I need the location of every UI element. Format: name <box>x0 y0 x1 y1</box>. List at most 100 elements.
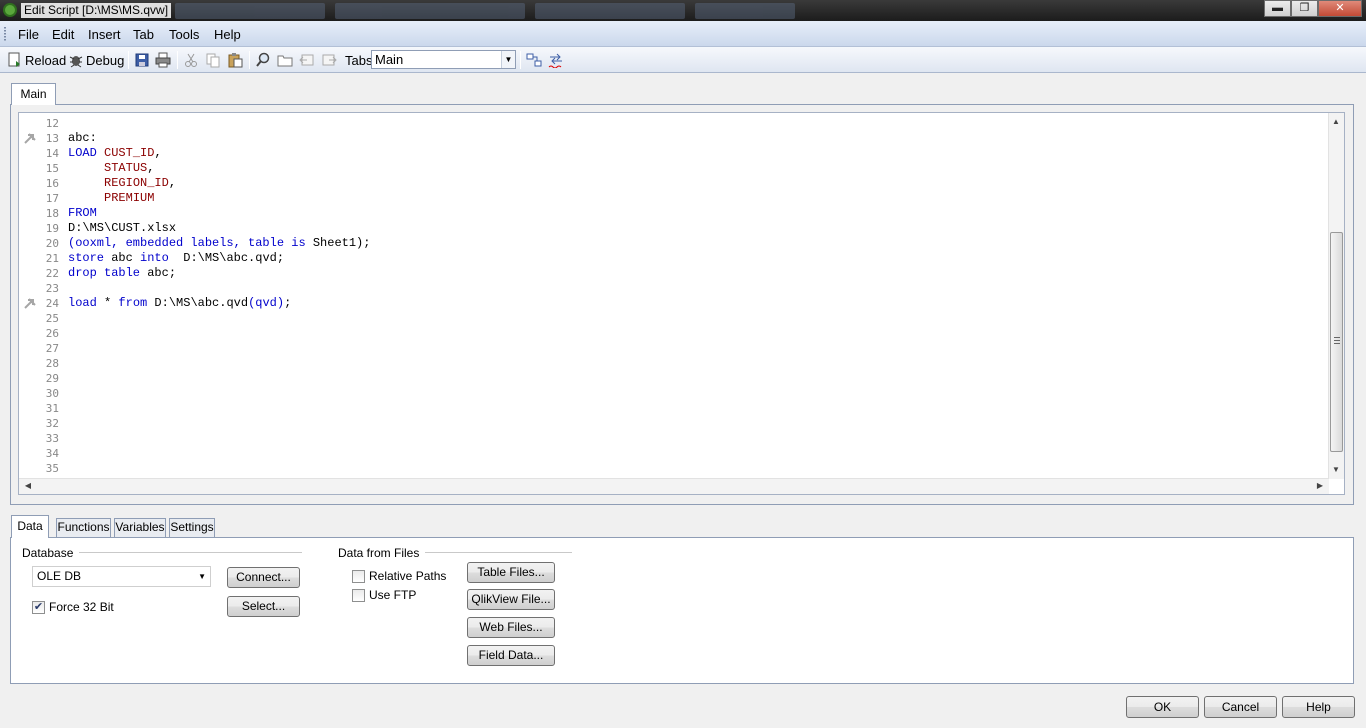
bookmark-pin-icon[interactable] <box>24 297 38 309</box>
script-editor[interactable]: 12 13 14 15 16 17 18 19 20 21 22 23 24 25 26 27 28 29 30 31… <box>18 112 1345 495</box>
print-button[interactable] <box>155 51 171 69</box>
tab-data[interactable]: Data <box>11 515 49 538</box>
text-token: ; <box>284 296 292 310</box>
reload-icon <box>7 52 23 68</box>
line-number: 35 <box>45 462 59 475</box>
paste-button[interactable] <box>227 51 243 69</box>
help-button[interactable]: Help <box>1282 696 1355 718</box>
code-line: store abc into D:\MS\abc.qvd; <box>68 251 284 266</box>
tabs-label: Tabs <box>345 52 373 68</box>
keyword-token: (qvd) <box>248 296 285 310</box>
code-line: PREMIUM <box>68 191 154 206</box>
code-line: (ooxml, embedded labels, table is Sheet1… <box>68 236 370 251</box>
code-line: load * from D:\MS\abc.qvd(qvd); <box>68 296 291 311</box>
checkbox-icon[interactable] <box>352 588 365 602</box>
field-data-button[interactable]: Field Data... <box>467 645 555 666</box>
relative-paths-label: Relative Paths <box>369 569 447 583</box>
tab-settings[interactable]: Settings <box>169 518 215 537</box>
toolbar: Reload Debug Tabs Main ▼ <box>0 47 1366 73</box>
cut-button[interactable] <box>183 51 199 69</box>
code-line: FROM <box>68 206 97 221</box>
menu-tab[interactable]: Tab <box>133 27 154 42</box>
use-ftp-label: Use FTP <box>369 588 417 602</box>
tab-right-button[interactable] <box>321 51 337 69</box>
table-files-button[interactable]: Table Files... <box>467 562 555 583</box>
line-number: 17 <box>45 192 59 205</box>
bookmark-pin-icon[interactable] <box>24 132 38 144</box>
line-number: 25 <box>45 312 59 325</box>
scroll-down-icon[interactable]: ▼ <box>1329 463 1343 477</box>
select-button[interactable]: Select... <box>227 596 300 617</box>
window-title: Edit Script [D:\MS\MS.qvw] <box>21 3 172 18</box>
line-number: 34 <box>45 447 59 460</box>
menu-help[interactable]: Help <box>214 27 241 42</box>
scroll-left-icon[interactable]: ◀ <box>21 479 35 493</box>
relative-paths-checkbox[interactable]: Relative Paths <box>352 569 446 583</box>
debug-label: Debug <box>86 52 125 68</box>
menu-tools[interactable]: Tools <box>169 27 199 42</box>
text-token: , <box>154 146 162 160</box>
spell-check-icon <box>548 52 564 69</box>
tab-variables[interactable]: Variables <box>114 518 166 537</box>
database-dropdown-value: OLE DB <box>37 569 82 583</box>
tab-left-button[interactable] <box>299 51 315 69</box>
vertical-scroll-thumb[interactable] <box>1330 232 1343 452</box>
keyword-token: from <box>118 296 148 310</box>
force-32-bit-checkbox[interactable]: ✔ Force 32 Bit <box>32 600 114 614</box>
tabs-dropdown[interactable]: Main ▼ <box>371 50 516 69</box>
qlikview-file-button[interactable]: QlikView File... <box>467 589 555 610</box>
find-button[interactable] <box>255 51 271 69</box>
tab-main[interactable]: Main <box>11 83 56 105</box>
print-icon <box>155 52 171 68</box>
ok-button[interactable]: OK <box>1126 696 1199 718</box>
use-ftp-checkbox[interactable]: Use FTP <box>352 588 416 602</box>
open-folder-button[interactable] <box>277 51 293 69</box>
minimize-button[interactable]: ▬ <box>1264 0 1291 17</box>
field-token: REGION_ID <box>104 176 169 190</box>
horizontal-scrollbar[interactable]: ◀ ▶ <box>19 478 1329 494</box>
web-files-button[interactable]: Web Files... <box>467 617 555 638</box>
field-token: CUST_ID <box>104 146 155 160</box>
text-token: D:\MS\CUST.xlsx <box>68 221 177 235</box>
close-button[interactable]: ✕ <box>1318 0 1362 17</box>
text-token: abc <box>104 251 141 265</box>
tab-functions[interactable]: Functions <box>56 518 111 537</box>
text-token: , <box>168 176 177 190</box>
debug-button[interactable]: Debug <box>68 51 124 69</box>
keyword-token: load <box>68 296 97 310</box>
line-number: 20 <box>45 237 59 250</box>
menu-insert[interactable]: Insert <box>88 27 121 42</box>
tab-left-icon <box>299 52 315 68</box>
copy-button[interactable] <box>205 51 221 69</box>
spell-check-button[interactable] <box>548 51 564 69</box>
open-folder-icon <box>277 52 293 68</box>
reload-button[interactable]: Reload <box>7 51 66 69</box>
save-icon <box>134 52 150 68</box>
line-number: 12 <box>45 117 59 130</box>
table-viewer-button[interactable] <box>526 51 542 69</box>
scroll-up-icon[interactable]: ▲ <box>1329 115 1343 129</box>
text-token: D:\MS\abc.qvd <box>147 296 249 310</box>
database-dropdown[interactable]: OLE DB ▼ <box>32 566 211 587</box>
menu-edit[interactable]: Edit <box>52 27 74 42</box>
menu-file[interactable]: File <box>18 27 39 42</box>
line-number-gutter: 12 13 14 15 16 17 18 19 20 21 22 23 24 25 26 27 28 29 30 31… <box>19 113 63 494</box>
line-number: 19 <box>45 222 59 235</box>
data-panel <box>10 537 1354 684</box>
background-taskbar-blur <box>175 3 805 19</box>
vertical-scrollbar[interactable]: ▲ ▼ <box>1328 113 1344 479</box>
database-group-title: Database <box>22 546 80 560</box>
save-button[interactable] <box>134 51 150 69</box>
text-token: Sheet1); <box>305 236 371 250</box>
line-number: 28 <box>45 357 59 370</box>
text-token: * <box>96 296 119 310</box>
line-number: 23 <box>45 282 59 295</box>
cancel-button[interactable]: Cancel <box>1204 696 1277 718</box>
scroll-right-icon[interactable]: ▶ <box>1313 479 1327 493</box>
checkbox-icon[interactable] <box>352 569 365 583</box>
maximize-button[interactable]: ❐ <box>1291 0 1318 17</box>
connect-button[interactable]: Connect... <box>227 567 300 588</box>
text-token: abc: <box>68 131 97 145</box>
checkbox-checked-icon[interactable]: ✔ <box>32 600 45 614</box>
